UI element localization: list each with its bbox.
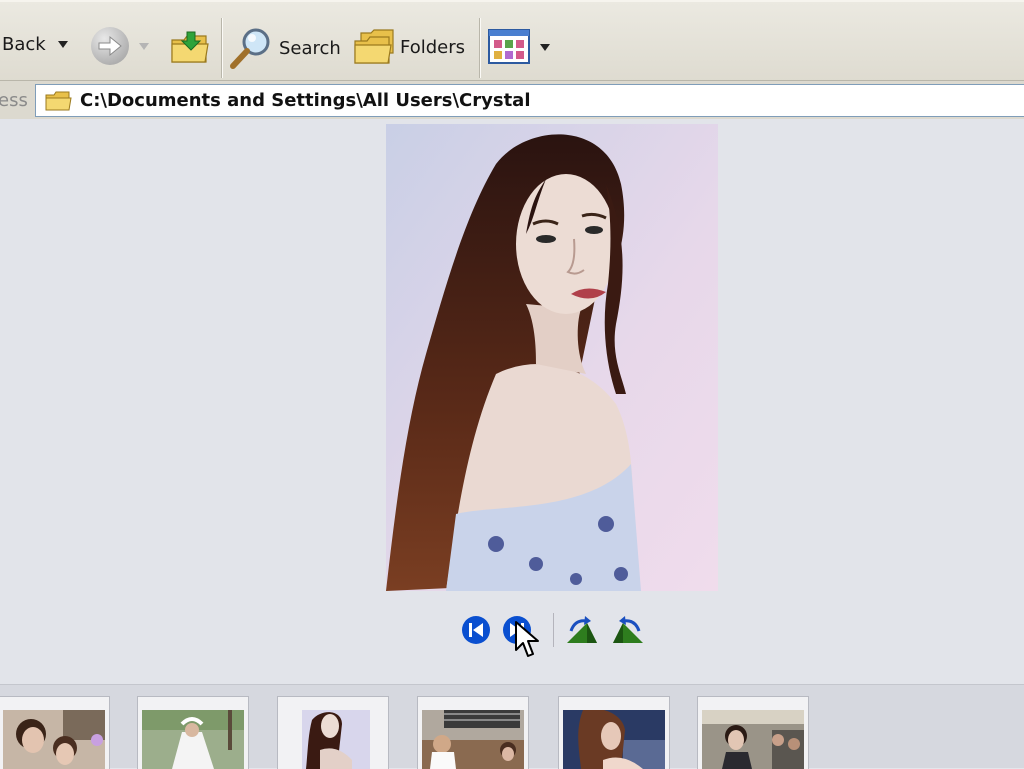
thumbnail-image [142,710,244,769]
search-button[interactable]: Search [228,26,341,70]
thumbnail-image [422,710,524,769]
main-photo [386,124,718,591]
thumbnail[interactable] [277,696,389,769]
thumbnail-image [282,710,384,769]
views-button[interactable] [488,28,550,66]
views-dropdown-icon[interactable] [540,43,550,51]
thumbnail-image [3,710,105,769]
back-dropdown-icon[interactable] [57,41,68,48]
address-bar: ess C:\Documents and Settings\All Users\… [0,80,1024,119]
search-magnifier-icon [230,28,270,69]
address-path: C:\Documents and Settings\All Users\Crys… [80,90,531,111]
filmstrip [0,684,1024,769]
thumbnail[interactable] [697,696,809,769]
thumbnail-image [563,710,665,769]
thumbnail[interactable] [0,696,110,769]
rotate-counterclockwise-icon [613,616,643,643]
toolbar: Back Search Folders [0,0,1024,82]
folders-icon [354,29,394,64]
forward-dropdown-icon[interactable] [139,42,149,50]
image-viewer [0,119,1024,684]
back-button[interactable]: Back [2,34,68,55]
folder-icon [45,91,72,110]
thumbnail[interactable] [417,696,529,769]
folder-up-button[interactable] [170,28,210,66]
forward-arrow-icon [91,27,129,65]
address-field[interactable]: C:\Documents and Settings\All Users\Crys… [35,84,1024,117]
folder-up-icon [171,31,209,63]
folders-label: Folders [400,36,466,58]
previous-image-button[interactable] [461,615,491,649]
rotate-counterclockwise-button[interactable] [611,615,645,649]
rotate-clockwise-button[interactable] [565,615,599,649]
thumbnail[interactable] [137,696,249,769]
folders-button[interactable]: Folders [353,27,465,67]
mouse-cursor-icon [515,621,539,657]
search-label: Search [279,37,341,59]
thumbnail[interactable] [558,696,670,769]
previous-image-icon [462,616,490,644]
rotate-clockwise-icon [567,616,597,643]
toolbar-separator [221,18,222,78]
controls-separator [553,613,554,647]
back-label: Back [2,34,46,55]
forward-button[interactable] [91,27,149,65]
thumbnail-image [702,710,804,769]
toolbar-separator [479,18,480,78]
address-label: ess [0,90,28,111]
views-icon [488,29,530,64]
